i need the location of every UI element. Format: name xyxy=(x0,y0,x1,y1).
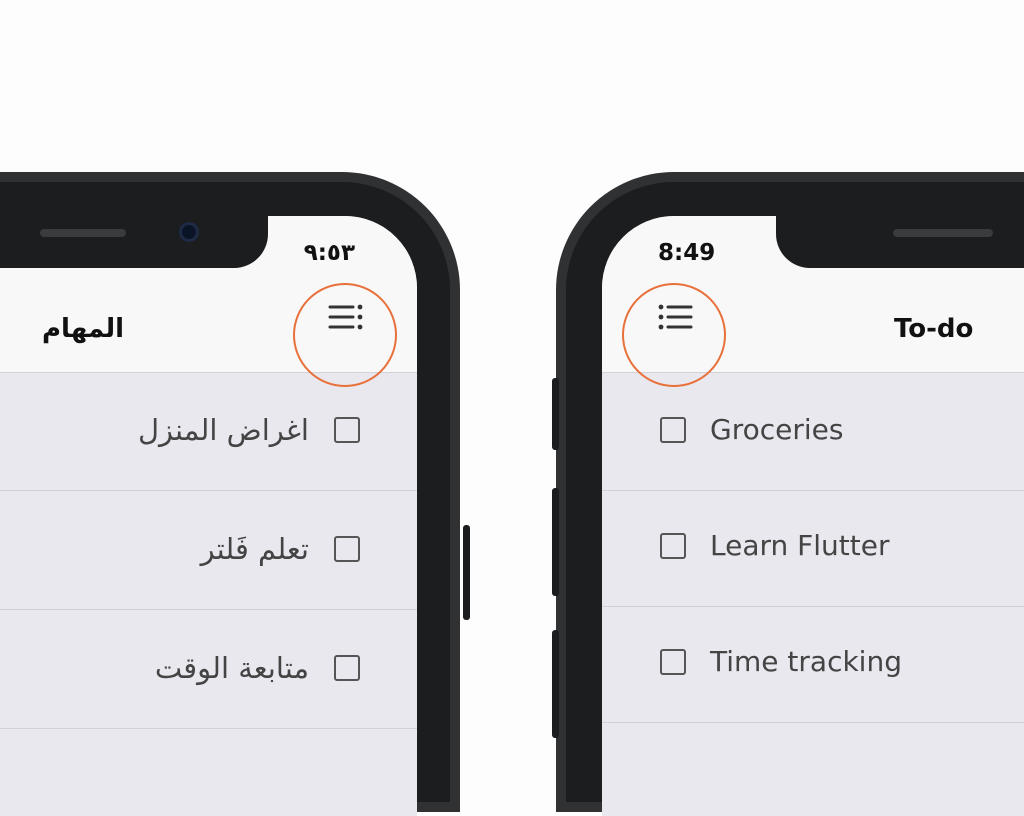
side-button xyxy=(552,488,559,596)
task-label: اغراض المنزل xyxy=(137,413,309,447)
task-checkbox[interactable] xyxy=(660,417,686,443)
task-row[interactable]: Time tracking xyxy=(602,605,1024,723)
task-row[interactable]: اغراض المنزل xyxy=(0,373,417,491)
task-row[interactable]: Groceries xyxy=(602,373,1024,491)
task-checkbox[interactable] xyxy=(334,655,360,681)
page-title: To-do xyxy=(894,314,974,344)
task-label: Learn Flutter xyxy=(710,529,890,562)
task-checkbox[interactable] xyxy=(334,536,360,562)
task-checkbox[interactable] xyxy=(660,649,686,675)
front-camera xyxy=(179,222,199,242)
task-label: تعلم فَلتر xyxy=(200,532,309,566)
page-title: المهام xyxy=(42,314,125,344)
task-label: Time tracking xyxy=(710,645,902,678)
list-rtl-icon xyxy=(328,304,363,330)
task-label: Groceries xyxy=(710,413,844,446)
task-row[interactable]: Learn Flutter xyxy=(602,489,1024,607)
nav-bar: المهام xyxy=(0,274,417,373)
speaker xyxy=(893,229,993,237)
side-button xyxy=(552,378,559,450)
side-button xyxy=(552,630,559,738)
side-button xyxy=(463,525,470,620)
task-row[interactable]: متابعة الوقت xyxy=(0,611,417,729)
task-label: متابعة الوقت xyxy=(154,651,309,685)
speaker xyxy=(40,229,126,237)
english-screen: 8:49 To-do Groceries Learn Flutter Time … xyxy=(602,216,1024,816)
status-time: 8:49 xyxy=(658,240,716,266)
status-time: ٩:٥٣ xyxy=(303,240,355,266)
list-icon xyxy=(658,304,693,330)
task-checkbox[interactable] xyxy=(334,417,360,443)
menu-button[interactable] xyxy=(311,282,381,352)
task-row[interactable]: تعلم فَلتر xyxy=(0,492,417,610)
menu-button[interactable] xyxy=(640,282,710,352)
arabic-screen: ٩:٥٣ المهام اغراض المنزل تعلم فَلتر متاب… xyxy=(0,216,417,816)
nav-bar: To-do xyxy=(602,274,1024,373)
task-checkbox[interactable] xyxy=(660,533,686,559)
